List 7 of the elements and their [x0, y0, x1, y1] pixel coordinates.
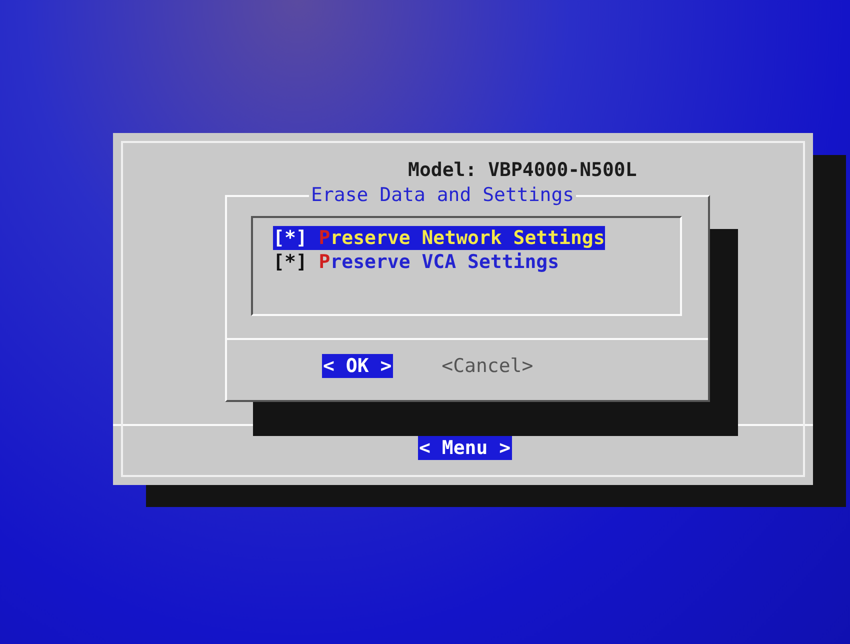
menu-button[interactable]: < Menu > [418, 436, 512, 460]
option-item[interactable]: [*] Preserve VCA Settings [273, 250, 560, 274]
dialog-title: Erase Data and Settings [309, 184, 576, 206]
dialog-button[interactable]: < OK > [322, 354, 393, 378]
option-item[interactable]: [*] Preserve Network Settings [273, 226, 605, 250]
dialog-button[interactable]: <Cancel> [440, 354, 534, 378]
model-label: Model: VBP4000-N500L [408, 159, 637, 181]
